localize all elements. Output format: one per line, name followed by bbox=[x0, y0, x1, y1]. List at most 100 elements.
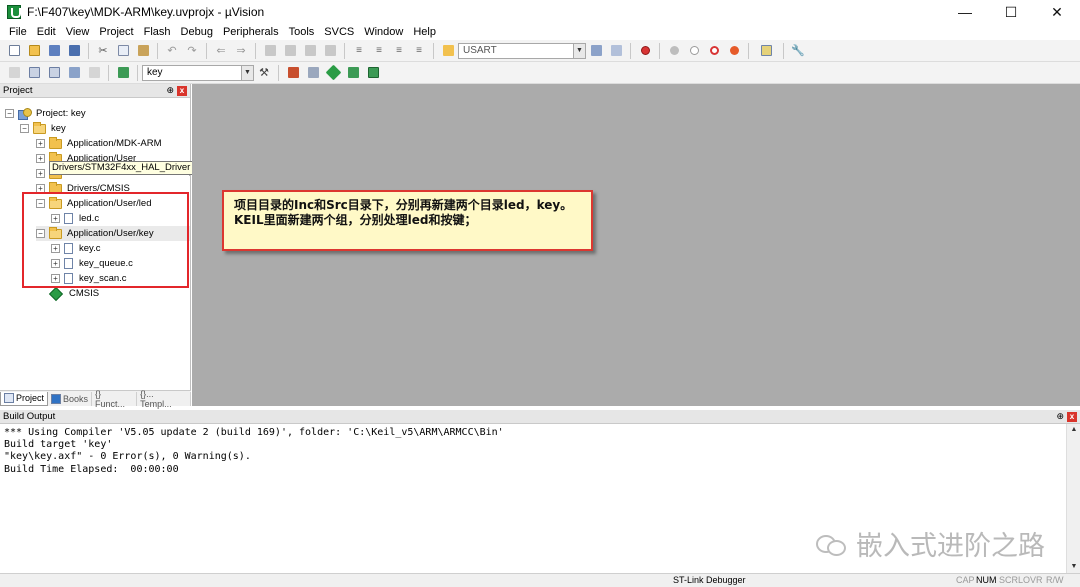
find-icon[interactable] bbox=[588, 43, 604, 59]
project-tab-icon bbox=[4, 393, 14, 403]
window-title: F:\F407\key\MDK-ARM\key.uvprojx - µVisio… bbox=[27, 5, 265, 19]
status-ovr: OVR bbox=[1023, 575, 1043, 585]
open-file-icon[interactable] bbox=[26, 43, 42, 59]
menu-window[interactable]: Window bbox=[359, 26, 408, 38]
project-panel-title: Project bbox=[3, 85, 33, 96]
status-rw: R/W bbox=[1046, 575, 1064, 585]
prev-bookmark-icon[interactable] bbox=[282, 43, 298, 59]
target-combo-value: key bbox=[147, 67, 163, 78]
configure-wrench-icon[interactable]: 🔧 bbox=[790, 43, 806, 59]
expand-icon[interactable]: + bbox=[36, 169, 45, 178]
tree-root[interactable]: − Project: key bbox=[5, 106, 86, 121]
menu-svcs[interactable]: SVCS bbox=[319, 26, 359, 38]
tab-books[interactable]: Books bbox=[48, 391, 93, 406]
build-icon[interactable] bbox=[26, 65, 42, 81]
undo-icon[interactable]: ↶ bbox=[164, 43, 180, 59]
redo-icon[interactable]: ↷ bbox=[184, 43, 200, 59]
unindent-icon[interactable]: ≡ bbox=[371, 43, 387, 59]
pin-icon[interactable]: ⊕ bbox=[1056, 411, 1064, 422]
batch-build-icon[interactable] bbox=[66, 65, 82, 81]
rebuild-icon[interactable] bbox=[46, 65, 62, 81]
annotation-callout: 项目目录的Inc和Src目录下，分别再新建两个目录led，key。 KEIL里面… bbox=[222, 190, 593, 251]
tree-cmsis[interactable]: CMSIS bbox=[48, 286, 99, 301]
scroll-down-icon[interactable]: ▼ bbox=[1067, 561, 1080, 573]
tree-group[interactable]: + Application/MDK-ARM bbox=[36, 136, 162, 151]
build-output-text[interactable]: *** Using Compiler 'V5.05 update 2 (buil… bbox=[4, 427, 504, 476]
manage-rte-icon[interactable] bbox=[325, 64, 341, 81]
uncomment-icon[interactable]: ≡ bbox=[411, 43, 427, 59]
build-output-line: *** Using Compiler 'V5.05 update 2 (buil… bbox=[4, 427, 504, 438]
collapse-icon[interactable]: − bbox=[20, 124, 29, 133]
menu-help[interactable]: Help bbox=[408, 26, 441, 38]
breakpoint-kill-icon[interactable] bbox=[726, 43, 742, 59]
save-all-icon[interactable] bbox=[66, 43, 82, 59]
tab-functions[interactable]: {} Funct... bbox=[92, 389, 138, 409]
clear-bookmarks-icon[interactable] bbox=[322, 43, 338, 59]
close-window-button[interactable]: ✕ bbox=[1034, 0, 1080, 24]
tab-project-label: Project bbox=[16, 393, 45, 403]
window-layout-icon[interactable] bbox=[755, 43, 777, 59]
minimize-button[interactable]: — bbox=[942, 0, 988, 24]
breakpoint-disable-icon[interactable] bbox=[706, 43, 722, 59]
tab-books-label: Books bbox=[63, 393, 89, 404]
menu-tools[interactable]: Tools bbox=[284, 26, 320, 38]
navigate-back-icon[interactable]: ⇐ bbox=[213, 43, 229, 59]
tree-target[interactable]: − key bbox=[20, 121, 66, 136]
menu-debug[interactable]: Debug bbox=[176, 26, 218, 38]
cut-icon[interactable]: ✂ bbox=[95, 43, 111, 59]
menu-file[interactable]: File bbox=[4, 26, 32, 38]
callout-line-2: KEIL里面新建两个组，分别处理led和按键； bbox=[234, 213, 477, 227]
tab-project[interactable]: Project bbox=[0, 391, 49, 406]
expand-icon[interactable]: + bbox=[36, 154, 45, 163]
select-packs-icon[interactable] bbox=[345, 65, 361, 81]
build-output-line: Build target 'key' bbox=[4, 439, 113, 451]
find-in-files-icon[interactable] bbox=[440, 43, 456, 59]
stop-build-icon[interactable] bbox=[86, 65, 102, 81]
chevron-down-icon[interactable]: ▼ bbox=[241, 65, 253, 80]
build-output-line: "key\key.axf" - 0 Error(s), 0 Warning(s)… bbox=[4, 451, 251, 463]
menu-edit[interactable]: Edit bbox=[32, 26, 61, 38]
next-bookmark-icon[interactable] bbox=[302, 43, 318, 59]
scroll-up-icon[interactable]: ▲ bbox=[1067, 424, 1080, 436]
chevron-down-icon[interactable]: ▼ bbox=[573, 43, 585, 58]
indent-icon[interactable]: ≡ bbox=[351, 43, 367, 59]
menu-flash[interactable]: Flash bbox=[139, 26, 176, 38]
download-icon[interactable] bbox=[115, 65, 131, 81]
breakpoint-insert-icon[interactable] bbox=[666, 43, 682, 59]
status-cap: CAP bbox=[956, 575, 975, 585]
maximize-button[interactable]: ☐ bbox=[988, 0, 1034, 24]
close-icon[interactable]: x bbox=[177, 86, 187, 96]
bookmark-icon[interactable] bbox=[262, 43, 278, 59]
manage-project-items-icon[interactable] bbox=[285, 65, 301, 81]
comment-icon[interactable]: ≡ bbox=[391, 43, 407, 59]
menu-bar: File Edit View Project Flash Debug Perip… bbox=[0, 24, 1080, 40]
save-icon[interactable] bbox=[46, 43, 62, 59]
pin-icon[interactable]: ⊕ bbox=[166, 85, 174, 96]
breakpoint-enable-icon[interactable] bbox=[686, 43, 702, 59]
menu-peripherals[interactable]: Peripherals bbox=[218, 26, 284, 38]
incremental-find-icon[interactable] bbox=[608, 43, 624, 59]
paste-icon[interactable] bbox=[135, 43, 151, 59]
target-options-icon[interactable]: ⚒ bbox=[256, 65, 272, 81]
tab-templates[interactable]: {}... Templ... bbox=[137, 389, 191, 409]
folder-icon bbox=[49, 136, 62, 149]
translate-icon[interactable] bbox=[6, 65, 22, 81]
navigate-forward-icon[interactable]: ⇒ bbox=[233, 43, 249, 59]
build-toolbar: key ▼ ⚒ bbox=[0, 62, 1080, 84]
menu-project[interactable]: Project bbox=[94, 26, 138, 38]
new-file-icon[interactable] bbox=[6, 43, 22, 59]
debug-session-icon[interactable] bbox=[637, 43, 653, 59]
collapse-icon[interactable]: − bbox=[5, 109, 14, 118]
target-combo[interactable]: key ▼ bbox=[142, 64, 254, 81]
file-extensions-icon[interactable] bbox=[305, 65, 321, 81]
expand-icon[interactable]: + bbox=[36, 139, 45, 148]
copy-icon[interactable] bbox=[115, 43, 131, 59]
rte-component-icon bbox=[48, 286, 64, 301]
window-controls: — ☐ ✕ bbox=[942, 0, 1080, 24]
menu-view[interactable]: View bbox=[61, 26, 95, 38]
find-combo[interactable]: USART ▼ bbox=[458, 42, 586, 59]
pack-installer-icon[interactable] bbox=[365, 65, 381, 81]
status-debugger: ST-Link Debugger bbox=[673, 575, 746, 585]
close-icon[interactable]: x bbox=[1067, 412, 1077, 422]
build-output-scrollbar[interactable]: ▲ ▼ bbox=[1066, 424, 1080, 573]
